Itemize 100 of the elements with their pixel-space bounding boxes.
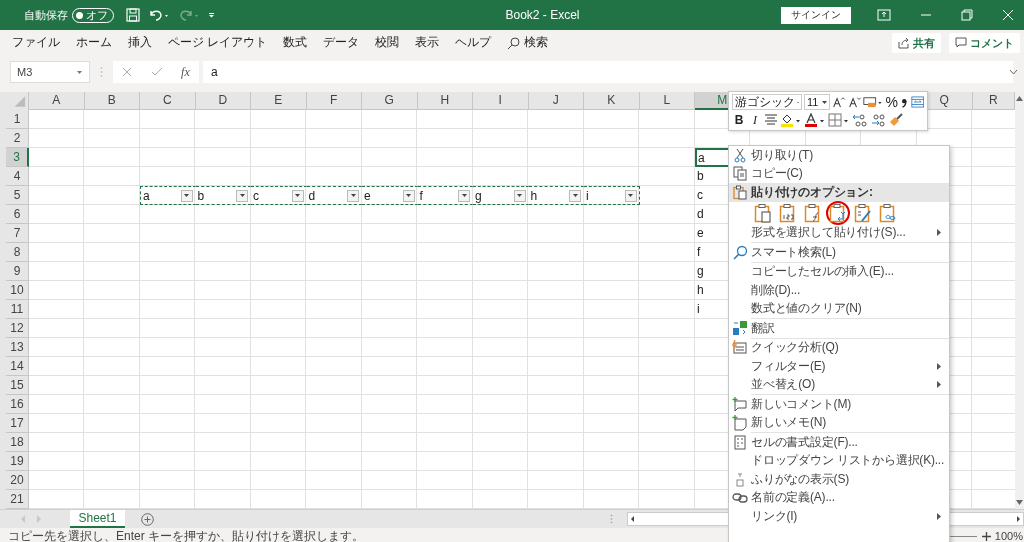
zoom-level[interactable]: 100% xyxy=(994,530,1023,542)
column-header[interactable]: A xyxy=(29,92,85,110)
row-header[interactable]: 18 xyxy=(6,433,29,452)
close-icon[interactable] xyxy=(1002,9,1014,21)
row-header[interactable]: 12 xyxy=(6,319,29,338)
menu-item[interactable]: 翻訳 xyxy=(729,319,949,338)
filter-dropdown-button[interactable] xyxy=(569,189,581,202)
merge-cells-icon[interactable] xyxy=(910,95,924,109)
row-header[interactable]: 3 xyxy=(6,148,29,167)
ribbon-tab[interactable]: ページ レイアウト xyxy=(160,33,276,53)
filter-dropdown-button[interactable] xyxy=(180,189,193,202)
row-header[interactable]: 6 xyxy=(6,205,29,224)
paste-transpose-button[interactable] xyxy=(826,200,850,225)
ribbon-tab[interactable]: 表示 xyxy=(407,33,448,53)
filter-dropdown-button[interactable] xyxy=(347,189,359,202)
ribbon-tab[interactable]: 数式 xyxy=(275,33,316,53)
menu-item[interactable]: コピーしたセルの挿入(E)... xyxy=(729,262,949,281)
paste-formatting-button[interactable] xyxy=(853,201,873,224)
zoom-in-icon[interactable] xyxy=(981,531,991,541)
scroll-up-icon[interactable] xyxy=(1016,96,1023,101)
percent-style-button[interactable]: % xyxy=(885,94,899,110)
ribbon-tab[interactable]: ファイル xyxy=(4,33,68,53)
filter-dropdown-button[interactable] xyxy=(402,189,415,202)
paste-link-button[interactable] xyxy=(878,201,898,224)
filter-dropdown-button[interactable] xyxy=(624,189,637,202)
ribbon-tab[interactable]: 挿入 xyxy=(120,33,160,53)
row-header[interactable]: 21 xyxy=(6,490,29,509)
search-label[interactable]: 検索 xyxy=(520,32,557,54)
restore-icon[interactable] xyxy=(961,9,973,21)
column-header[interactable]: H xyxy=(417,92,473,110)
column-header[interactable]: I xyxy=(473,92,529,110)
font-color-icon[interactable] xyxy=(804,113,826,127)
column-header[interactable]: B xyxy=(84,92,140,110)
name-box[interactable]: M3 xyxy=(10,61,90,83)
vertical-scrollbar[interactable] xyxy=(1015,92,1024,509)
menu-item[interactable]: 形式を選択して貼り付け(S)... xyxy=(729,223,949,242)
menu-item[interactable]: 切り取り(T) xyxy=(729,146,949,165)
column-header[interactable]: F xyxy=(306,92,362,110)
filter-dropdown-button[interactable] xyxy=(458,189,470,202)
bold-button[interactable]: B xyxy=(732,113,746,127)
row-header[interactable]: 11 xyxy=(6,300,29,319)
increase-decimal-icon[interactable] xyxy=(852,113,868,127)
column-header[interactable]: E xyxy=(251,92,307,110)
menu-item[interactable]: 並べ替え(O) xyxy=(729,375,949,394)
row-header[interactable]: 15 xyxy=(6,376,29,395)
menu-item[interactable]: 新しいコメント(M) xyxy=(729,395,949,414)
menu-item[interactable]: リンク(I) xyxy=(729,507,949,526)
row-header[interactable]: 14 xyxy=(6,357,29,376)
row-header[interactable]: 1 xyxy=(6,110,29,129)
column-header[interactable]: J xyxy=(528,92,584,110)
sign-in-button[interactable]: サインイン xyxy=(781,6,851,24)
insert-function-button[interactable]: fx xyxy=(181,64,190,80)
filter-dropdown-button[interactable] xyxy=(291,189,304,202)
format-painter-icon[interactable] xyxy=(888,113,904,127)
fill-color-icon[interactable] xyxy=(780,113,802,127)
row-header[interactable]: 9 xyxy=(6,262,29,281)
filter-dropdown-button[interactable] xyxy=(236,189,248,202)
italic-button[interactable]: I xyxy=(748,112,762,128)
menu-item[interactable]: セルの書式設定(F)... xyxy=(729,433,949,452)
add-sheet-icon[interactable] xyxy=(141,512,154,526)
menu-item[interactable]: スマート検索(L) xyxy=(729,243,949,262)
menu-item[interactable]: フィルター(E) xyxy=(729,357,949,376)
align-center-icon[interactable] xyxy=(764,113,778,127)
column-header[interactable]: R xyxy=(972,92,1015,110)
accounting-format-icon[interactable] xyxy=(863,95,884,109)
menu-item[interactable]: 数式と値のクリア(N) xyxy=(729,299,949,318)
menu-item[interactable]: ふりがなの表示(S) xyxy=(729,470,949,489)
menu-item[interactable]: 新しいメモ(N) xyxy=(729,413,949,432)
row-header[interactable]: 4 xyxy=(6,167,29,186)
row-header[interactable]: 10 xyxy=(6,281,29,300)
decrease-decimal-icon[interactable] xyxy=(870,113,886,127)
menu-item[interactable]: コピー(C) xyxy=(729,164,949,183)
ribbon-tab[interactable]: ヘルプ xyxy=(447,33,500,53)
search-icon[interactable] xyxy=(507,36,521,50)
ribbon-tab[interactable]: データ xyxy=(315,33,368,53)
shrink-font-icon[interactable] xyxy=(847,95,862,109)
row-header[interactable]: 2 xyxy=(6,129,29,148)
formula-field[interactable]: a xyxy=(203,61,1013,83)
row-header[interactable]: 8 xyxy=(6,243,29,262)
ribbon-tab[interactable]: 校閲 xyxy=(367,33,408,53)
filter-dropdown-button[interactable] xyxy=(513,189,526,202)
menu-item[interactable]: ドロップダウン リストから選択(K)... xyxy=(729,451,949,470)
ribbon-tab[interactable]: ホーム xyxy=(68,33,120,53)
row-header[interactable]: 7 xyxy=(6,224,29,243)
row-header[interactable]: 13 xyxy=(6,338,29,357)
column-header[interactable]: G xyxy=(362,92,418,110)
paste-button[interactable] xyxy=(753,201,773,224)
row-header[interactable]: 19 xyxy=(6,452,29,471)
column-header[interactable]: K xyxy=(584,92,640,110)
menu-item[interactable]: クイック分析(Q) xyxy=(729,338,949,357)
row-header[interactable]: 16 xyxy=(6,395,29,414)
save-icon[interactable] xyxy=(126,8,140,22)
grow-font-icon[interactable] xyxy=(832,95,846,109)
column-header[interactable]: C xyxy=(140,92,196,110)
font-name-field[interactable]: 游ゴシック xyxy=(732,94,802,110)
expand-caret-icon[interactable] xyxy=(1009,69,1018,75)
row-header[interactable]: 17 xyxy=(6,414,29,433)
sheet-tab[interactable]: Sheet1 xyxy=(70,510,125,528)
font-size-field[interactable]: 11 xyxy=(804,94,831,110)
column-header[interactable]: L xyxy=(639,92,695,110)
